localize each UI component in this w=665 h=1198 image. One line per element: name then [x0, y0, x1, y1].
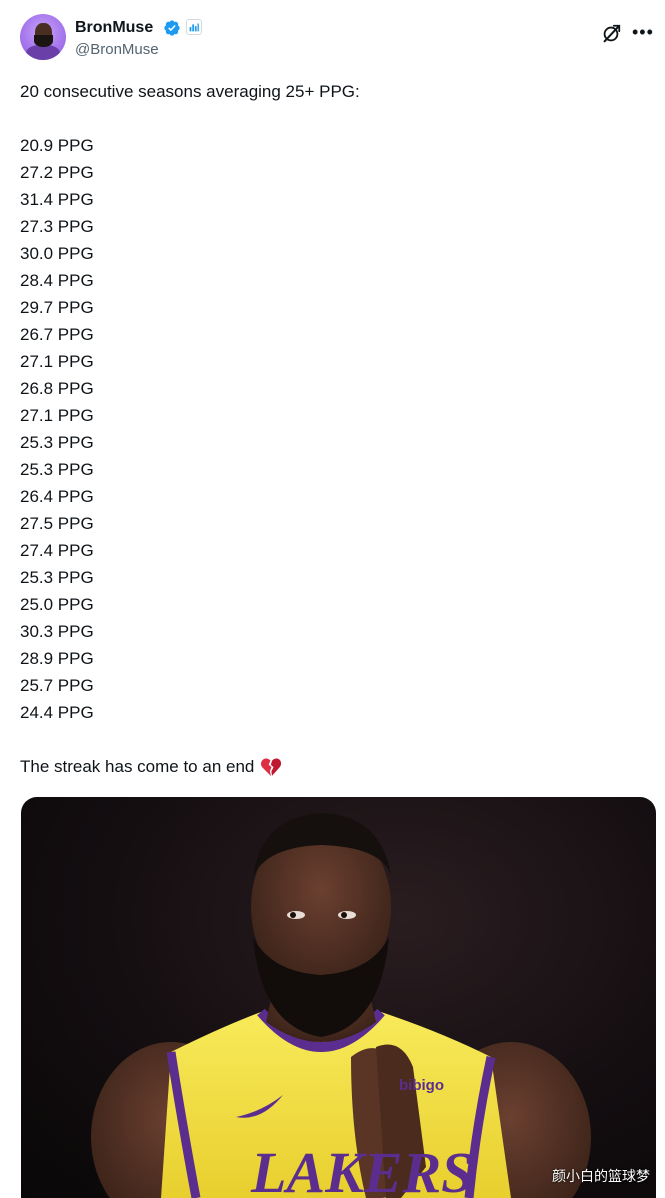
affiliate-badge-icon[interactable] — [186, 19, 202, 35]
ppg-season-item: 31.4 PPG — [20, 190, 94, 209]
sponsor-text: bibigo — [399, 1077, 444, 1094]
grok-icon[interactable] — [600, 23, 622, 45]
ppg-season-item: 25.3 PPG — [20, 568, 94, 587]
ppg-season-item: 25.0 PPG — [20, 595, 94, 614]
jersey-lakers-text: LAKERS — [250, 1140, 473, 1198]
more-options-icon[interactable]: ••• — [632, 22, 654, 42]
ppg-season-item: 30.3 PPG — [20, 622, 94, 641]
ppg-season-item: 27.1 PPG — [20, 406, 94, 425]
ppg-season-item: 28.4 PPG — [20, 271, 94, 290]
ppg-season-item: 26.7 PPG — [20, 325, 94, 344]
tweet-outro-text: The streak has come to an end — [20, 757, 255, 776]
ppg-season-item: 30.0 PPG — [20, 244, 94, 263]
author-name[interactable]: BronMuse — [75, 18, 153, 38]
ppg-season-item: 24.4 PPG — [20, 703, 94, 722]
tweet-header: BronMuse @BronMuse ••• — [20, 14, 653, 62]
verified-badge-icon — [164, 20, 180, 36]
ppg-season-item: 25.3 PPG — [20, 433, 94, 452]
broken-heart-emoji — [261, 757, 282, 776]
ppg-season-item: 27.1 PPG — [20, 352, 94, 371]
ppg-season-item: 27.4 PPG — [20, 541, 94, 560]
ppg-season-item: 20.9 PPG — [20, 136, 94, 155]
ppg-season-item: 27.2 PPG — [20, 163, 94, 182]
avatar[interactable] — [20, 14, 66, 60]
ppg-season-item: 27.3 PPG — [20, 217, 94, 236]
tweet-intro: 20 consecutive seasons averaging 25+ PPG… — [20, 82, 360, 101]
media-watermark: 颜小白的篮球梦 — [552, 1169, 650, 1185]
ppg-season-item: 25.7 PPG — [20, 676, 94, 695]
player-photo: LAKERS bibigo — [91, 813, 591, 1198]
tweet-text: 20 consecutive seasons averaging 25+ PPG… — [20, 78, 645, 780]
ppg-season-item: 29.7 PPG — [20, 298, 94, 317]
ppg-season-item: 26.4 PPG — [20, 487, 94, 506]
ppg-season-item: 26.8 PPG — [20, 379, 94, 398]
tweet-media-photo[interactable]: LAKERS bibigo 颜小白的篮球梦 — [21, 797, 656, 1198]
ppg-season-item: 25.3 PPG — [20, 460, 94, 479]
ppg-season-item: 28.9 PPG — [20, 649, 94, 668]
tweet-outro: The streak has come to an end — [20, 753, 645, 780]
ppg-season-list: 20.9 PPG 27.2 PPG 31.4 PPG 27.3 PPG 30.0 PPG… — [20, 132, 645, 726]
ppg-season-item: 27.5 PPG — [20, 514, 94, 533]
author-handle[interactable]: @BronMuse — [75, 40, 159, 60]
